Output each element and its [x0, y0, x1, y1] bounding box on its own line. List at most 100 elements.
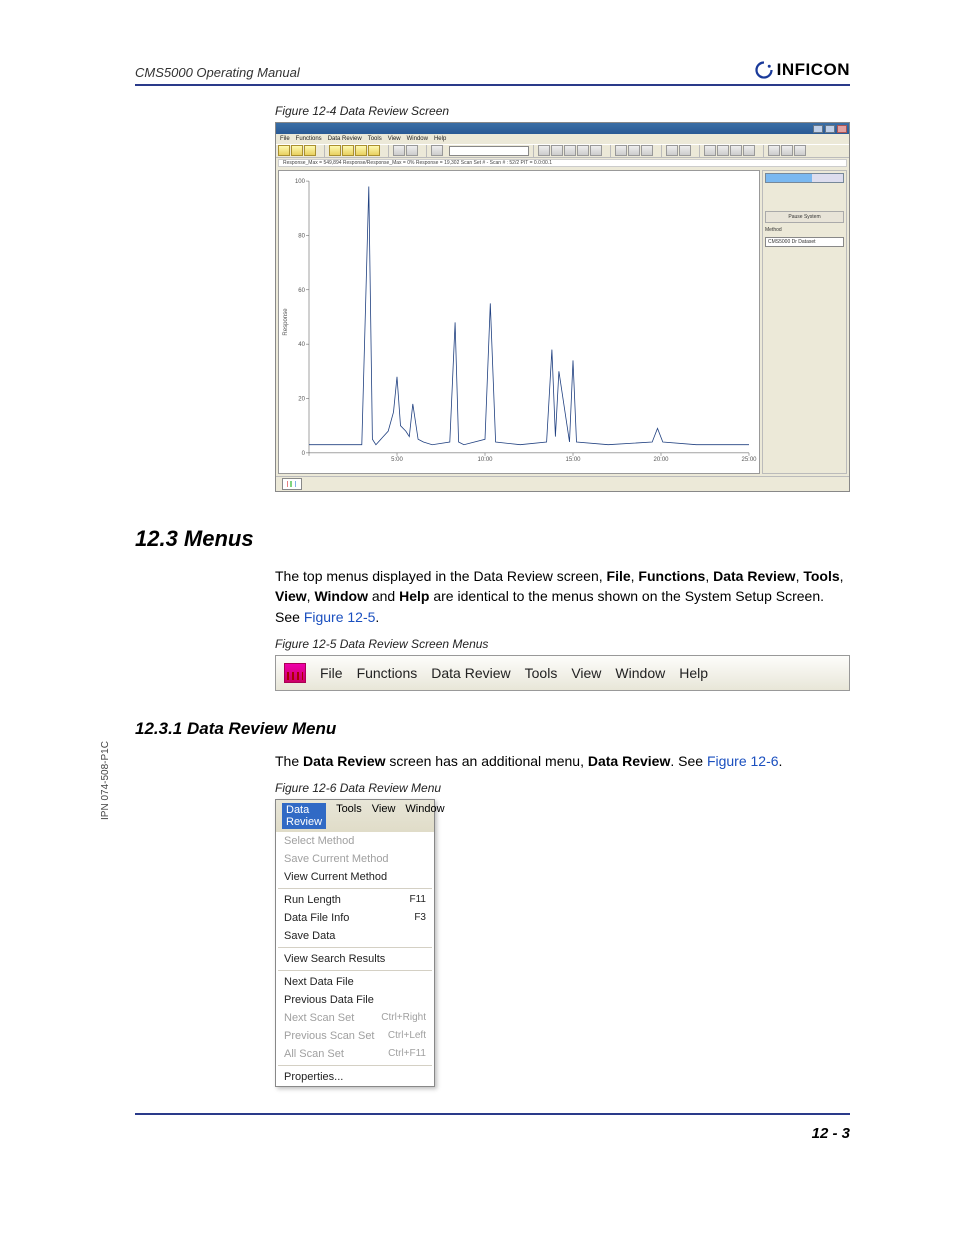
svg-text:60: 60 — [298, 288, 305, 294]
toolbar-button[interactable] — [304, 145, 316, 156]
toolbar-button[interactable] — [355, 145, 367, 156]
toolbar-button[interactable] — [342, 145, 354, 156]
minimize-icon[interactable] — [813, 125, 823, 133]
doc-title: CMS5000 Operating Manual — [135, 65, 300, 80]
menu-item[interactable]: View Search Results — [276, 950, 434, 968]
menu-window[interactable]: Window — [407, 136, 428, 142]
mini-chart-icon[interactable] — [282, 478, 302, 490]
toolbar-button[interactable] — [704, 145, 716, 156]
data-review-screenshot: File Functions Data Review Tools View Wi… — [275, 122, 850, 492]
svg-text:20:00: 20:00 — [653, 457, 669, 463]
menu-window[interactable]: Window — [405, 803, 444, 829]
bottom-strip — [276, 476, 849, 491]
menu-window[interactable]: Window — [615, 665, 665, 681]
fig-12-4-caption: Figure 12-4 Data Review Screen — [275, 104, 850, 118]
menu-item[interactable]: Run LengthF11 — [276, 891, 434, 909]
toolbar-button[interactable] — [577, 145, 589, 156]
menu-item[interactable]: Properties... — [276, 1068, 434, 1086]
toolbar-button[interactable] — [615, 145, 627, 156]
toolbar-button[interactable] — [329, 145, 341, 156]
menu-help[interactable]: Help — [434, 136, 446, 142]
link-fig-12-6[interactable]: Figure 12-6 — [707, 753, 779, 769]
fig-12-6-caption: Figure 12-6 Data Review Menu — [275, 781, 850, 795]
app-icon — [284, 663, 306, 683]
menu-data-review[interactable]: Data Review — [431, 665, 510, 681]
svg-text:0: 0 — [302, 451, 306, 457]
toolbar-button[interactable] — [628, 145, 640, 156]
toolbar-button[interactable] — [794, 145, 806, 156]
toolbar-button[interactable] — [590, 145, 602, 156]
svg-text:15:00: 15:00 — [565, 457, 581, 463]
toolbar-button[interactable] — [743, 145, 755, 156]
link-fig-12-5[interactable]: Figure 12-5 — [304, 609, 376, 625]
menu-item[interactable]: View Current Method — [276, 868, 434, 886]
menu-data-review-selected[interactable]: Data Review — [282, 803, 326, 829]
menu-separator — [278, 1065, 432, 1066]
side-panel: Pause System Method CMS5000 Dr Dataset — [762, 170, 847, 474]
toolbar-button[interactable] — [406, 145, 418, 156]
chromatogram-chart: 5:0010:0015:0020:0025:00 020406080100 Re… — [278, 170, 760, 474]
menu-item[interactable]: Save Data — [276, 927, 434, 945]
menu-tools[interactable]: Tools — [368, 136, 382, 142]
menu-functions[interactable]: Functions — [296, 136, 322, 142]
svg-text:40: 40 — [298, 342, 305, 348]
menu-file[interactable]: File — [280, 136, 290, 142]
y-axis-label: Response — [283, 308, 289, 336]
svg-text:20: 20 — [298, 397, 305, 403]
page-header: CMS5000 Operating Manual INFICON — [135, 60, 850, 86]
window-titlebar — [276, 123, 849, 134]
toolbar-button[interactable] — [641, 145, 653, 156]
fig-12-5-caption: Figure 12-5 Data Review Screen Menus — [275, 637, 850, 651]
toolbar-button[interactable] — [431, 145, 443, 156]
ipn-code: IPN 074-508-P1C — [100, 741, 111, 820]
menu-item[interactable]: Previous Data File — [276, 991, 434, 1009]
section-12-3-1-title: 12.3.1 Data Review Menu — [135, 719, 850, 739]
method-field[interactable]: CMS5000 Dr Dataset — [765, 237, 844, 247]
svg-text:80: 80 — [298, 233, 305, 239]
toolbar-button[interactable] — [768, 145, 780, 156]
close-icon[interactable] — [837, 125, 847, 133]
fig-12-5-menubar: File Functions Data Review Tools View Wi… — [275, 655, 850, 691]
menu-functions[interactable]: Functions — [357, 665, 418, 681]
menu-separator — [278, 970, 432, 971]
data-review-dropdown: Data Review Tools View Window Select Met… — [275, 799, 435, 1087]
toolbar-button[interactable] — [291, 145, 303, 156]
svg-text:100: 100 — [295, 179, 306, 185]
method-label: Method — [765, 227, 844, 233]
menu-item[interactable]: Next Data File — [276, 973, 434, 991]
toolbar-button[interactable] — [538, 145, 550, 156]
pause-system-button[interactable]: Pause System — [765, 211, 844, 223]
section-12-3-title: 12.3 Menus — [135, 526, 850, 552]
menu-file[interactable]: File — [320, 665, 343, 681]
toolbar-button[interactable] — [730, 145, 742, 156]
toolbar-dropdown[interactable] — [449, 146, 529, 156]
toolbar-button[interactable] — [717, 145, 729, 156]
menu-separator — [278, 888, 432, 889]
menu-tools[interactable]: Tools — [525, 665, 558, 681]
toolbar-button[interactable] — [781, 145, 793, 156]
brand-logo: INFICON — [755, 60, 850, 80]
menu-item: Save Current Method — [276, 850, 434, 868]
maximize-icon[interactable] — [825, 125, 835, 133]
brand-swirl-icon — [755, 61, 773, 79]
menu-item[interactable]: Data File InfoF3 — [276, 909, 434, 927]
menu-tools[interactable]: Tools — [336, 803, 362, 829]
menu-item: Next Scan SetCtrl+Right — [276, 1009, 434, 1027]
toolbar-button[interactable] — [551, 145, 563, 156]
toolbar-button[interactable] — [278, 145, 290, 156]
toolbar-button[interactable] — [564, 145, 576, 156]
menu-view[interactable]: View — [388, 136, 401, 142]
svg-text:5:00: 5:00 — [391, 457, 403, 463]
svg-text:25:00: 25:00 — [741, 457, 757, 463]
dropdown-menubar: Data Review Tools View Window — [276, 800, 434, 832]
toolbar-button[interactable] — [666, 145, 678, 156]
app-toolbar — [276, 144, 849, 158]
toolbar-button[interactable] — [679, 145, 691, 156]
menu-data-review[interactable]: Data Review — [328, 136, 362, 142]
menu-help[interactable]: Help — [679, 665, 708, 681]
menu-view[interactable]: View — [571, 665, 601, 681]
menu-separator — [278, 947, 432, 948]
toolbar-button[interactable] — [368, 145, 380, 156]
menu-view[interactable]: View — [372, 803, 396, 829]
toolbar-button[interactable] — [393, 145, 405, 156]
